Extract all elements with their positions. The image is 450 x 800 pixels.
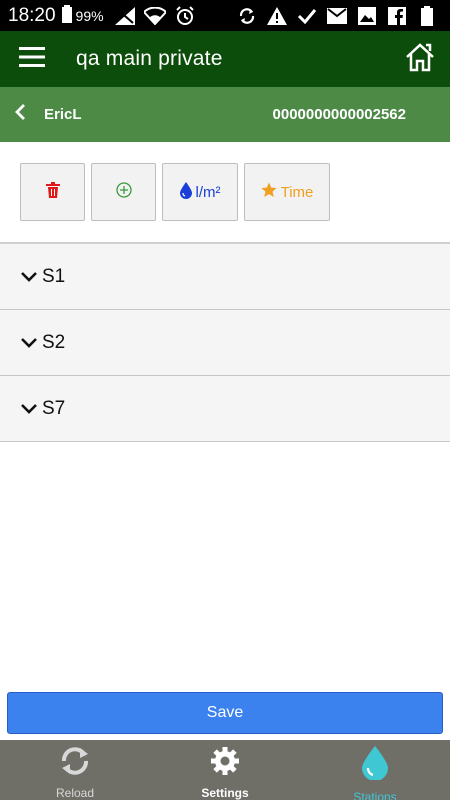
action-toolbar: l/m² Time bbox=[20, 163, 330, 221]
back-button[interactable] bbox=[0, 87, 40, 142]
status-bar: 18:20 99% bbox=[0, 0, 450, 31]
trash-icon bbox=[45, 182, 60, 202]
time-button[interactable]: Time bbox=[244, 163, 330, 221]
status-time: 18:20 bbox=[8, 4, 56, 26]
station-item[interactable]: S7 bbox=[0, 376, 450, 442]
time-label: Time bbox=[280, 183, 314, 201]
station-label: S2 bbox=[42, 331, 66, 353]
station-label: S1 bbox=[42, 265, 66, 287]
water-drop-icon bbox=[362, 746, 388, 785]
chevron-down-icon bbox=[18, 398, 40, 420]
chevron-left-icon bbox=[14, 103, 26, 126]
warning-icon bbox=[266, 5, 288, 27]
chevron-down-icon bbox=[18, 266, 40, 288]
plus-circle-icon bbox=[115, 182, 132, 202]
station-item[interactable]: S2 bbox=[0, 310, 450, 376]
battery-indicator: 99% bbox=[61, 5, 104, 26]
save-button[interactable]: Save bbox=[7, 692, 443, 734]
nav-reload-label: Reload bbox=[55, 786, 95, 800]
bottom-nav: Reload Settings Stations bbox=[0, 740, 450, 800]
station-item[interactable]: S1 bbox=[0, 244, 450, 310]
app-title: qa main private bbox=[76, 47, 223, 70]
nav-stations-label: Stations bbox=[353, 790, 397, 800]
nav-reload[interactable]: Reload bbox=[0, 740, 150, 800]
water-drop-icon bbox=[179, 181, 192, 203]
alarm-icon bbox=[174, 5, 196, 27]
battery-icon bbox=[61, 5, 72, 26]
user-name: EricL bbox=[44, 106, 82, 123]
menu-button[interactable] bbox=[0, 31, 64, 87]
hamburger-icon bbox=[19, 46, 45, 72]
star-icon bbox=[261, 182, 277, 202]
water-unit-label: l/m² bbox=[195, 183, 221, 201]
nav-stations[interactable]: Stations bbox=[300, 740, 450, 800]
facebook-icon bbox=[386, 5, 408, 27]
chevron-down-icon bbox=[18, 332, 40, 354]
app-bar: qa main private bbox=[0, 31, 450, 87]
station-label: S7 bbox=[42, 397, 66, 419]
device-header: EricL 0000000000002562 bbox=[0, 87, 450, 142]
signal-icon bbox=[114, 5, 136, 27]
stations-list: S1 S2 S7 bbox=[0, 244, 450, 442]
home-button[interactable] bbox=[390, 31, 450, 87]
device-serial: 0000000000002562 bbox=[272, 106, 406, 123]
add-button[interactable] bbox=[91, 163, 156, 221]
home-icon bbox=[404, 42, 436, 77]
nav-settings[interactable]: Settings bbox=[150, 740, 300, 800]
gear-icon bbox=[210, 746, 240, 781]
nav-settings-label: Settings bbox=[201, 786, 249, 800]
sync-icon bbox=[236, 5, 258, 27]
mail-icon bbox=[326, 5, 348, 27]
battery-icon bbox=[416, 5, 438, 27]
image-icon bbox=[356, 5, 378, 27]
water-unit-button[interactable]: l/m² bbox=[162, 163, 238, 221]
reload-icon bbox=[58, 746, 92, 781]
delete-button[interactable] bbox=[20, 163, 85, 221]
check-icon bbox=[296, 5, 318, 27]
battery-percent: 99% bbox=[75, 7, 104, 24]
wifi-icon bbox=[143, 5, 166, 27]
